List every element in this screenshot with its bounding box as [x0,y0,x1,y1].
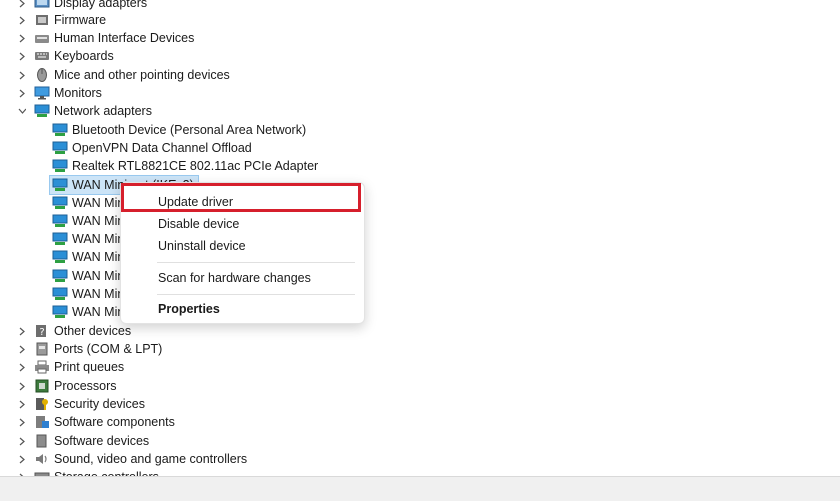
status-bar [0,476,840,501]
tree-item-other-devices[interactable]: ? Other devices [18,322,131,340]
menu-item-label: Uninstall device [158,239,246,253]
other-devices-icon: ? [34,324,50,338]
speaker-icon [34,452,50,466]
chevron-right-icon[interactable] [18,399,26,409]
network-adapter-icon [52,123,68,137]
menu-separator [157,294,355,295]
network-adapter-label: Realtek RTL8821CE 802.11ac PCIe Adapter [72,159,319,173]
chevron-right-icon[interactable] [18,15,26,25]
tree-item-label: Ports (COM & LPT) [54,342,163,356]
chevron-right-icon[interactable] [18,362,26,372]
network-adapter-label: Bluetooth Device (Personal Area Network) [72,123,307,137]
network-adapter-item[interactable]: OpenVPN Data Channel Offload [52,139,252,157]
firmware-icon [34,13,50,27]
tree-item-label: Software devices [54,434,150,448]
chevron-right-icon[interactable] [18,436,26,446]
menu-item-uninstall-device[interactable]: Uninstall device [121,235,364,257]
tree-item-label: Storage controllers [54,468,159,476]
tree-item-sound-video-game[interactable]: Sound, video and game controllers [18,450,247,468]
tree-item-label: Mice and other pointing devices [54,68,230,82]
hid-icon [34,31,50,45]
tree-item-storage-controllers[interactable]: Storage controllers [18,468,159,476]
menu-item-disable-device[interactable]: Disable device [121,213,364,235]
network-adapter-label: OpenVPN Data Channel Offload [72,141,252,155]
printer-icon [34,360,50,374]
chevron-right-icon[interactable] [18,326,26,336]
chevron-right-icon[interactable] [18,0,26,8]
chevron-right-icon[interactable] [18,51,26,61]
tree-item-label: Processors [54,379,117,393]
chevron-right-icon[interactable] [18,70,26,80]
tree-item-monitors[interactable]: Monitors [18,84,102,102]
svg-text:?: ? [39,327,44,338]
network-adapter-icon [52,287,68,301]
keyboard-icon [34,49,50,63]
tree-item-software-devices[interactable]: Software devices [18,432,149,450]
network-adapter-icon [52,196,68,210]
tree-item-human-interface-devices[interactable]: Human Interface Devices [18,29,194,47]
network-adapter-icon [52,250,68,264]
monitor-icon [34,86,50,100]
software-device-icon [34,434,50,448]
menu-item-properties[interactable]: Properties [121,298,364,320]
tree-item-label: Firmware [54,13,107,27]
tree-item-label: Sound, video and game controllers [54,452,248,466]
tree-item-ports[interactable]: Ports (COM & LPT) [18,340,162,358]
chevron-down-icon[interactable] [18,106,26,116]
tree-item-label: Human Interface Devices [54,31,195,45]
network-adapter-icon [52,305,68,319]
tree-item-label: Print queues [54,360,125,374]
network-adapter-item[interactable]: Bluetooth Device (Personal Area Network) [52,121,306,139]
menu-item-scan-hardware[interactable]: Scan for hardware changes [121,267,364,289]
network-adapter-icon [34,104,50,118]
tree-item-firmware[interactable]: Firmware [18,11,106,29]
network-adapter-icon [52,141,68,155]
tree-item-keyboards[interactable]: Keyboards [18,47,114,65]
tree-item-label: Monitors [54,86,102,100]
tree-item-mice[interactable]: Mice and other pointing devices [18,66,230,84]
port-icon [34,342,50,356]
chevron-right-icon[interactable] [18,88,26,98]
chevron-right-icon[interactable] [18,33,26,43]
menu-item-label: Properties [158,302,220,316]
network-adapter-icon [52,269,68,283]
tree-item-label: Software components [54,415,175,429]
tree-item-label: Other devices [54,324,132,338]
network-adapter-icon [52,214,68,228]
tree-item-print-queues[interactable]: Print queues [18,358,124,376]
menu-item-label: Scan for hardware changes [158,271,311,285]
network-adapter-icon [52,159,68,173]
mouse-icon [34,68,50,82]
tree-item-security-devices[interactable]: Security devices [18,395,145,413]
tree-item-label: Security devices [54,397,146,411]
chevron-right-icon[interactable] [18,381,26,391]
display-adapter-icon [34,0,50,10]
tree-item-label: Keyboards [54,49,114,63]
highlight-box [121,183,361,212]
chevron-right-icon[interactable] [18,454,26,464]
network-adapter-item[interactable]: Realtek RTL8821CE 802.11ac PCIe Adapter [52,157,318,175]
software-component-icon [34,415,50,429]
tree-item-software-components[interactable]: Software components [18,413,175,431]
network-adapter-icon [52,232,68,246]
menu-item-label: Disable device [158,217,240,231]
processor-icon [34,379,50,393]
chevron-right-icon[interactable] [18,417,26,427]
tree-item-label: Network adapters [54,104,152,118]
tree-item-network-adapters[interactable]: Network adapters [18,102,152,120]
chevron-right-icon[interactable] [18,344,26,354]
security-device-icon [34,397,50,411]
network-adapter-icon [52,178,68,192]
menu-separator [157,262,355,263]
tree-item-processors[interactable]: Processors [18,377,117,395]
